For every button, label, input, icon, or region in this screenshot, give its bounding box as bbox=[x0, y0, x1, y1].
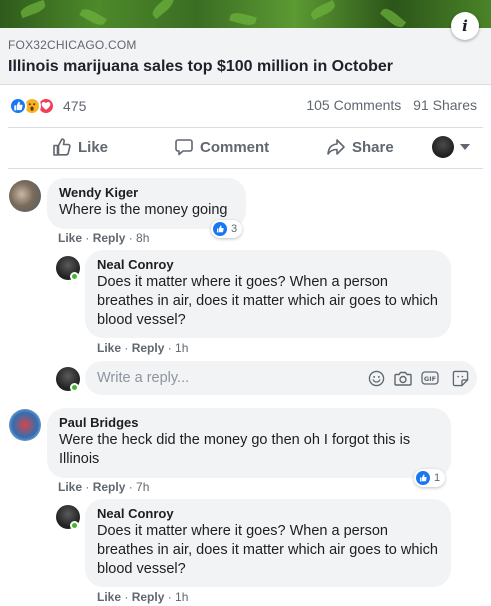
link-preview-image[interactable] bbox=[0, 0, 491, 28]
reply-meta: Like · Reply · 1h bbox=[97, 590, 189, 604]
like-icon bbox=[416, 471, 430, 485]
online-indicator bbox=[70, 521, 79, 530]
share-icon bbox=[327, 139, 345, 155]
engagement-counts: 105 Comments 91 Shares bbox=[306, 97, 477, 113]
comment-timestamp[interactable]: 7h bbox=[136, 480, 149, 494]
reply-text: Does it matter where it goes? When a per… bbox=[97, 274, 438, 328]
reply-reply-link[interactable]: Reply bbox=[132, 590, 165, 604]
reaction-count: 3 bbox=[231, 223, 238, 235]
reply-timestamp[interactable]: 1h bbox=[175, 341, 188, 355]
gif-icon[interactable]: GIF bbox=[421, 369, 439, 387]
camera-icon[interactable] bbox=[394, 369, 412, 387]
reply-bubble: Neal Conroy Does it matter where it goes… bbox=[85, 499, 451, 587]
avatar bbox=[432, 136, 454, 158]
online-indicator bbox=[70, 272, 79, 281]
comment-author[interactable]: Paul Bridges bbox=[59, 415, 439, 431]
reply-timestamp[interactable]: 1h bbox=[175, 590, 188, 604]
share-label: Share bbox=[352, 138, 394, 156]
link-headline[interactable]: Illinois marijuana sales top $100 millio… bbox=[8, 58, 393, 76]
reply-bubble: Neal Conroy Does it matter where it goes… bbox=[85, 250, 451, 338]
comment-like-link[interactable]: Like bbox=[58, 231, 82, 245]
svg-text:GIF: GIF bbox=[424, 375, 436, 383]
comment-text: Were the heck did the money go then oh I… bbox=[59, 432, 411, 467]
post-stats: 475 105 Comments 91 Shares bbox=[0, 85, 491, 126]
emoji-icon[interactable] bbox=[367, 369, 385, 387]
reply-input[interactable] bbox=[97, 361, 347, 395]
reaction-count: 1 bbox=[434, 472, 441, 484]
comment-reaction-badge[interactable]: 3 bbox=[211, 220, 243, 238]
comment-bubble: Paul Bridges Were the heck did the money… bbox=[47, 408, 451, 478]
reply-text: Does it matter where it goes? When a per… bbox=[97, 523, 438, 577]
comment-like-link[interactable]: Like bbox=[58, 480, 82, 494]
post-as-selector[interactable] bbox=[432, 136, 470, 158]
like-reaction-icon bbox=[9, 97, 27, 115]
reply-composer: GIF bbox=[85, 361, 477, 395]
reaction-count[interactable]: 475 bbox=[63, 98, 86, 114]
post-action-bar: Like Comment Share bbox=[8, 127, 483, 169]
like-icon bbox=[53, 138, 71, 156]
comment-label: Comment bbox=[200, 138, 270, 156]
avatar-wendy-kiger[interactable] bbox=[9, 180, 41, 212]
link-domain: FOX32CHICAGO.COM bbox=[8, 38, 137, 52]
caret-down-icon bbox=[460, 144, 470, 150]
like-button[interactable]: Like bbox=[52, 137, 108, 157]
online-indicator bbox=[70, 383, 79, 392]
reply-author[interactable]: Neal Conroy bbox=[97, 257, 439, 273]
comment-author[interactable]: Wendy Kiger bbox=[59, 185, 234, 201]
comment-reply-link[interactable]: Reply bbox=[93, 231, 126, 245]
reply-like-link[interactable]: Like bbox=[97, 341, 121, 355]
share-button[interactable]: Share bbox=[326, 137, 394, 157]
comments-count[interactable]: 105 Comments bbox=[306, 97, 401, 113]
like-label: Like bbox=[78, 138, 109, 156]
info-icon[interactable]: i bbox=[451, 12, 479, 40]
reply-like-link[interactable]: Like bbox=[97, 590, 121, 604]
comment-icon bbox=[175, 139, 193, 156]
avatar-paul-bridges[interactable] bbox=[9, 409, 41, 441]
comment-reaction-badge[interactable]: 1 bbox=[414, 469, 446, 487]
link-preview[interactable]: FOX32CHICAGO.COM Illinois marijuana sale… bbox=[0, 28, 491, 85]
comment-timestamp[interactable]: 8h bbox=[136, 231, 149, 245]
reply-author[interactable]: Neal Conroy bbox=[97, 506, 439, 522]
reply-meta: Like · Reply · 1h bbox=[97, 341, 189, 355]
comment-text: Where is the money going bbox=[59, 202, 228, 218]
reactions-summary[interactable]: 475 bbox=[9, 96, 86, 116]
reply-reply-link[interactable]: Reply bbox=[132, 341, 165, 355]
comment-reply-link[interactable]: Reply bbox=[93, 480, 126, 494]
sticker-icon[interactable] bbox=[451, 369, 469, 387]
shares-count[interactable]: 91 Shares bbox=[413, 97, 477, 113]
comment-meta: Like · Reply · 7h bbox=[58, 480, 150, 494]
comment-meta: Like · Reply · 8h bbox=[58, 231, 150, 245]
comment-button[interactable]: Comment bbox=[174, 137, 269, 157]
like-icon bbox=[213, 222, 227, 236]
